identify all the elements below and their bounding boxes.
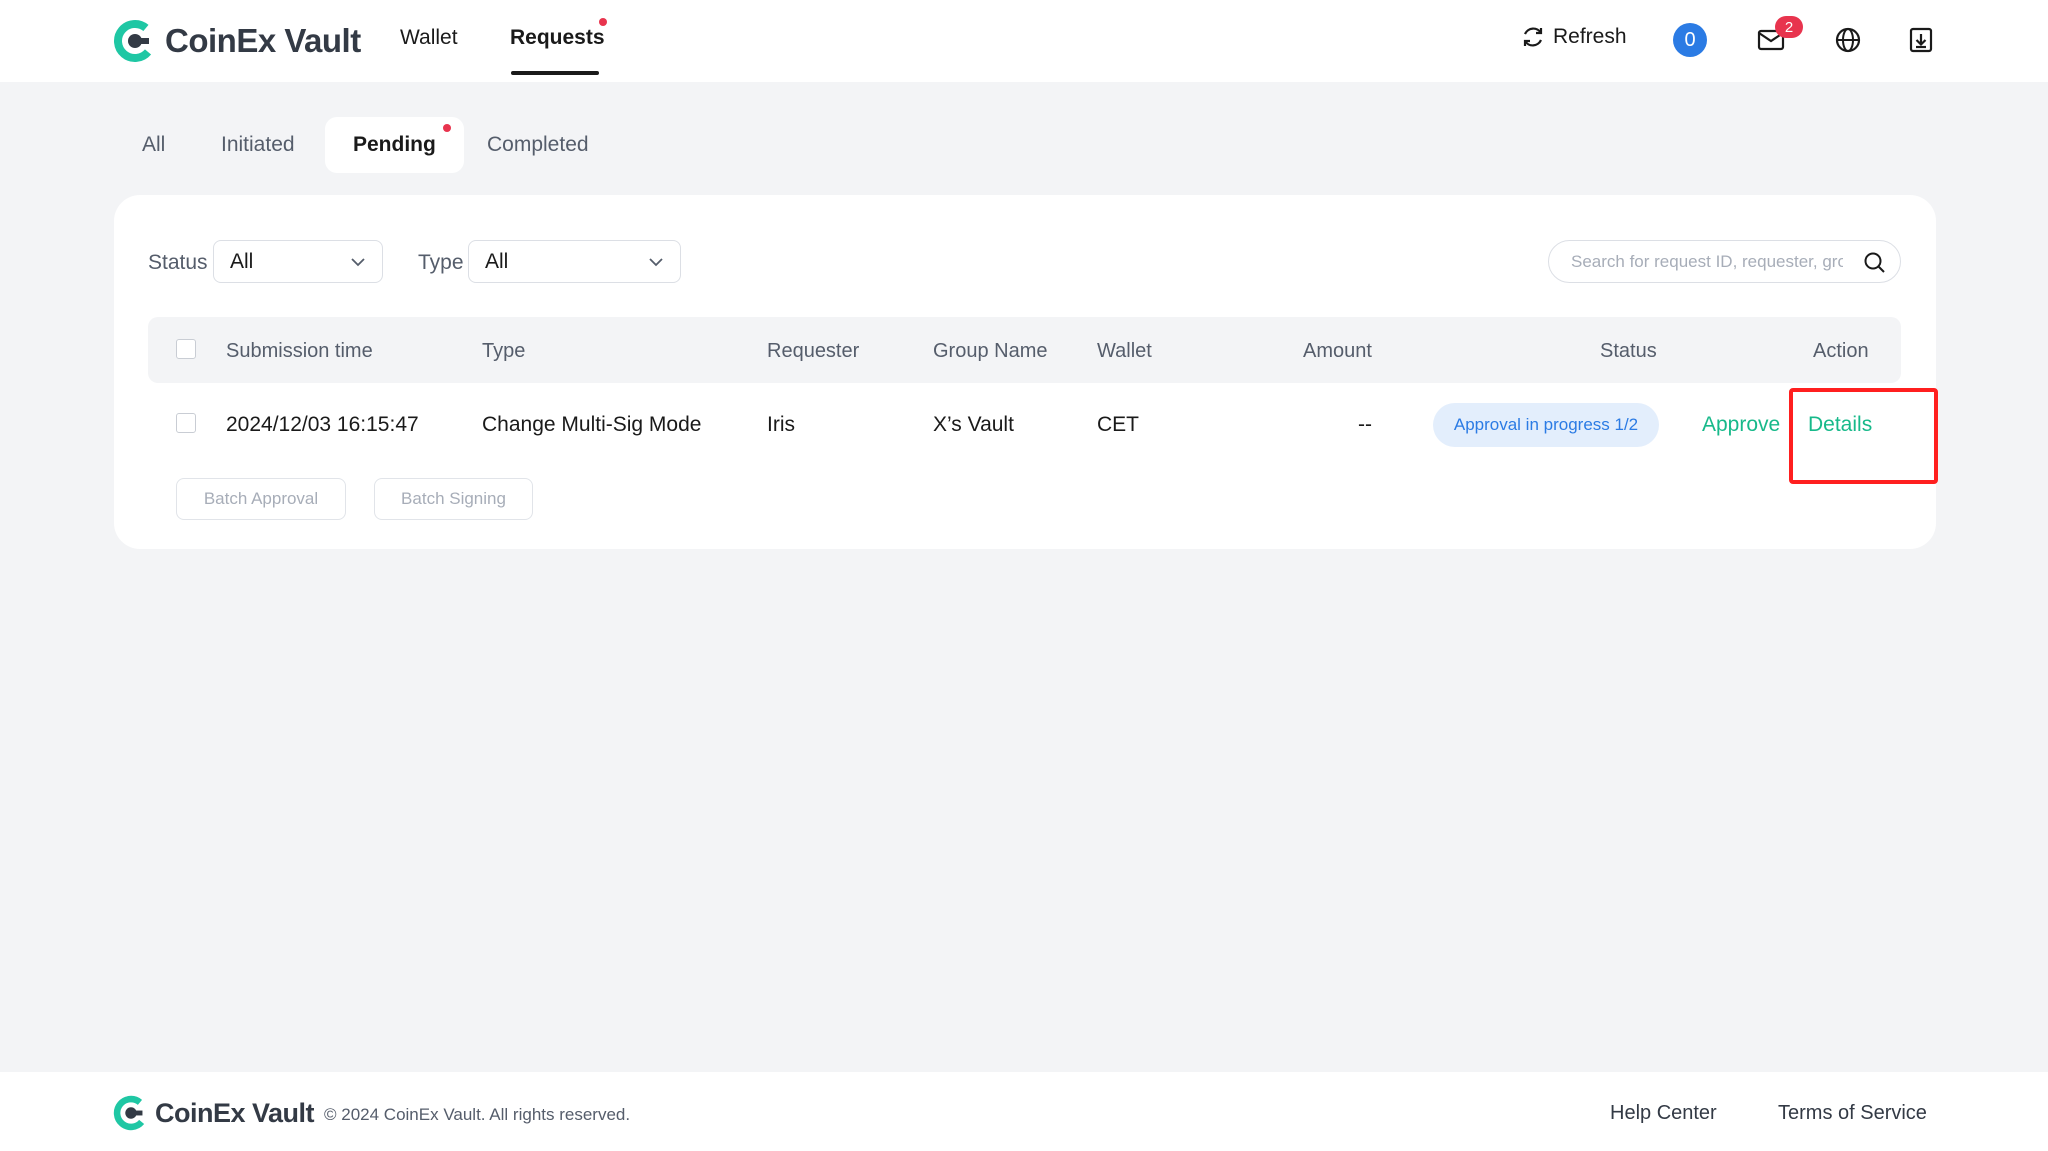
cell-requester: Iris <box>767 413 795 436</box>
refresh-button[interactable]: Refresh <box>1520 24 1627 50</box>
select-all-checkbox[interactable] <box>176 339 196 359</box>
batch-approval-button[interactable]: Batch Approval <box>176 478 346 520</box>
mail-unread-badge: 2 <box>1775 16 1803 38</box>
cell-group-name: X’s Vault <box>933 413 1014 436</box>
status-badge: Approval in progress 1/2 <box>1433 403 1659 447</box>
row-checkbox[interactable] <box>176 413 196 433</box>
active-nav-indicator <box>511 71 599 75</box>
status-filter-label: Status <box>148 251 208 274</box>
approve-button[interactable]: Approve <box>1702 413 1780 437</box>
help-center-link[interactable]: Help Center <box>1610 1102 1717 1125</box>
requests-notification-dot <box>599 18 607 26</box>
type-filter-value: All <box>485 249 509 273</box>
column-header: Submission time <box>226 340 373 362</box>
type-filter-label: Type <box>418 251 464 274</box>
refresh-icon <box>1523 27 1543 47</box>
cell-wallet: CET <box>1097 413 1139 436</box>
nav-wallet[interactable]: Wallet <box>400 26 458 50</box>
search-input[interactable] <box>1571 251 1843 272</box>
coinex-vault-logo[interactable]: CoinEx Vault <box>113 18 361 64</box>
copyright-text: © 2024 CoinEx Vault. All rights reserved… <box>324 1105 631 1124</box>
column-header: Amount <box>1303 340 1372 362</box>
column-header: Action <box>1813 340 1869 362</box>
column-header: Requester <box>767 340 860 362</box>
footer-brand-name: CoinEx Vault <box>155 1097 315 1128</box>
nav-requests[interactable]: Requests <box>510 26 605 50</box>
logo-icon <box>113 1095 149 1131</box>
footer-logo[interactable]: CoinEx Vault <box>113 1095 315 1131</box>
brand-name: CoinEx Vault <box>165 22 361 59</box>
pending-count-badge[interactable]: 0 <box>1673 23 1707 57</box>
chevron-down-icon <box>649 258 663 267</box>
status-filter-value: All <box>230 249 254 273</box>
tab-completed[interactable]: Completed <box>459 117 617 173</box>
top-header: CoinEx Vault Wallet Requests Refresh 0 2 <box>0 0 2048 82</box>
search-icon[interactable] <box>1863 251 1886 274</box>
column-header: Wallet <box>1097 340 1152 362</box>
column-header: Group Name <box>933 340 1048 362</box>
cell-type: Change Multi-Sig Mode <box>482 413 702 436</box>
terms-of-service-link[interactable]: Terms of Service <box>1778 1102 1927 1125</box>
column-header: Status <box>1600 340 1657 362</box>
pending-notification-dot <box>443 124 451 132</box>
download-icon[interactable] <box>1906 25 1936 55</box>
search-box <box>1548 240 1901 283</box>
status-filter-select[interactable]: All <box>213 240 383 283</box>
cell-amount: -- <box>1358 413 1372 436</box>
tab-initiated[interactable]: Initiated <box>193 117 323 173</box>
type-filter-select[interactable]: All <box>468 240 681 283</box>
chevron-down-icon <box>351 258 365 267</box>
logo-icon <box>114 20 156 62</box>
batch-signing-button[interactable]: Batch Signing <box>374 478 533 520</box>
column-header: Type <box>482 340 526 362</box>
tab-all[interactable]: All <box>114 117 193 173</box>
details-highlight-box <box>1789 388 1938 484</box>
globe-icon[interactable] <box>1833 25 1863 55</box>
refresh-label: Refresh <box>1553 25 1627 48</box>
cell-submission-time: 2024/12/03 16:15:47 <box>226 413 419 436</box>
